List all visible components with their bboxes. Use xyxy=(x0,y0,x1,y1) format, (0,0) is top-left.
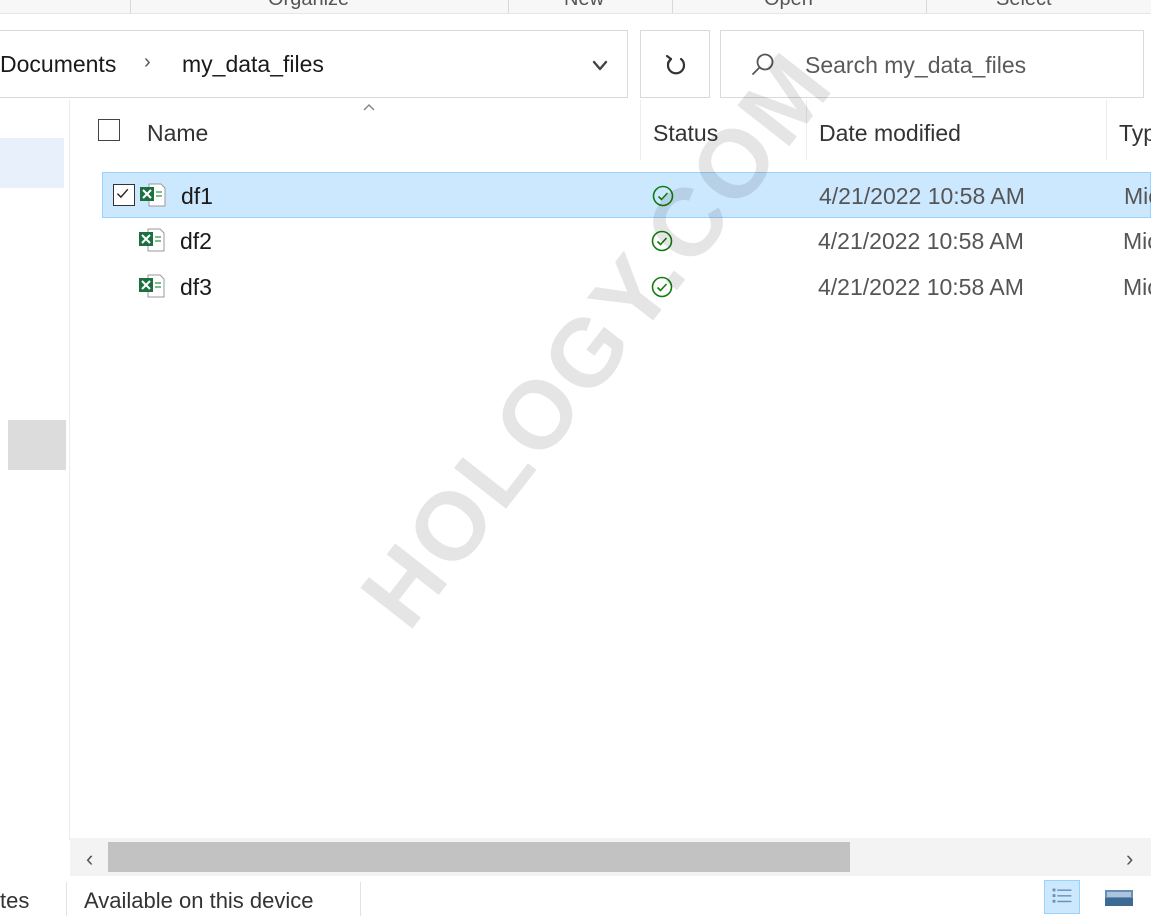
details-view-button[interactable] xyxy=(1044,880,1080,914)
select-all-checkbox[interactable] xyxy=(98,119,120,141)
large-icons-view-icon[interactable] xyxy=(1102,884,1136,912)
search-input[interactable]: Search my_data_files xyxy=(805,52,1026,79)
column-header-name[interactable]: Name xyxy=(147,120,208,147)
column-divider[interactable] xyxy=(640,100,641,160)
scrollbar-thumb[interactable] xyxy=(108,842,850,872)
file-date-modified: 4/21/2022 10:58 AM xyxy=(818,274,1024,300)
ribbon-separator xyxy=(508,0,509,13)
status-bar: tes Available on this device xyxy=(0,876,1151,922)
ribbon-select[interactable]: Select xyxy=(996,0,1052,11)
file-type: Mic xyxy=(1123,228,1151,254)
available-locally-icon xyxy=(651,230,673,252)
file-date-modified: 4/21/2022 10:58 AM xyxy=(819,183,1025,209)
scroll-right-arrow-icon[interactable]: › xyxy=(1126,846,1133,872)
ribbon: Organize New Open Select xyxy=(0,0,1151,14)
status-divider xyxy=(66,882,67,916)
file-name[interactable]: df1 xyxy=(181,183,213,210)
file-name[interactable]: df2 xyxy=(180,228,212,255)
navigation-pane xyxy=(0,100,70,840)
address-bar[interactable]: Documents › my_data_files xyxy=(0,30,628,98)
available-locally-icon xyxy=(651,276,673,298)
excel-file-icon xyxy=(139,228,165,252)
row-checkbox[interactable] xyxy=(113,184,135,206)
status-item-count: tes xyxy=(0,888,30,913)
file-name[interactable]: df3 xyxy=(180,274,212,301)
ribbon-separator xyxy=(926,0,927,13)
breadcrumb-documents[interactable]: Documents xyxy=(0,51,116,78)
sort-ascending-icon xyxy=(363,103,375,111)
ribbon-separator xyxy=(672,0,673,13)
column-divider[interactable] xyxy=(806,100,807,160)
column-header-status[interactable]: Status xyxy=(653,120,718,147)
file-type: Mic xyxy=(1124,183,1151,209)
horizontal-scrollbar[interactable]: ‹ › xyxy=(70,838,1151,876)
ribbon-organize[interactable]: Organize xyxy=(268,0,349,11)
chevron-down-icon[interactable] xyxy=(586,53,614,79)
breadcrumb-my-data-files[interactable]: my_data_files xyxy=(182,51,324,78)
details-view-icon xyxy=(1052,888,1072,903)
file-row[interactable]: df3 4/21/2022 10:58 AM Mic xyxy=(102,264,1151,310)
file-date-modified: 4/21/2022 10:58 AM xyxy=(818,228,1024,254)
breadcrumb-separator[interactable]: › xyxy=(144,51,151,74)
refresh-icon xyxy=(665,54,686,75)
search-box[interactable]: Search my_data_files xyxy=(720,30,1144,98)
column-header-date-modified[interactable]: Date modified xyxy=(819,120,961,147)
file-row[interactable]: df1 4/21/2022 10:58 AM Mic xyxy=(102,172,1151,218)
nav-selected-item[interactable] xyxy=(0,138,64,188)
file-row[interactable]: df2 4/21/2022 10:58 AM Mic xyxy=(102,218,1151,264)
excel-file-icon xyxy=(140,183,166,207)
refresh-button[interactable] xyxy=(640,30,710,98)
ribbon-separator xyxy=(130,0,131,13)
column-divider[interactable] xyxy=(1106,100,1107,160)
excel-file-icon xyxy=(139,274,165,298)
status-availability: Available on this device xyxy=(84,888,314,913)
nav-scrollbar-thumb[interactable] xyxy=(8,420,66,470)
search-icon xyxy=(752,53,774,75)
column-header-type[interactable]: Typ xyxy=(1119,120,1151,147)
status-divider xyxy=(360,882,361,916)
available-locally-icon xyxy=(652,185,674,207)
column-headers: Name Status Date modified Typ xyxy=(70,100,1151,166)
checkmark-icon xyxy=(116,188,129,199)
file-type: Mic xyxy=(1123,274,1151,300)
ribbon-open[interactable]: Open xyxy=(764,0,813,11)
ribbon-new[interactable]: New xyxy=(564,0,604,11)
scroll-left-arrow-icon[interactable]: ‹ xyxy=(86,846,93,872)
